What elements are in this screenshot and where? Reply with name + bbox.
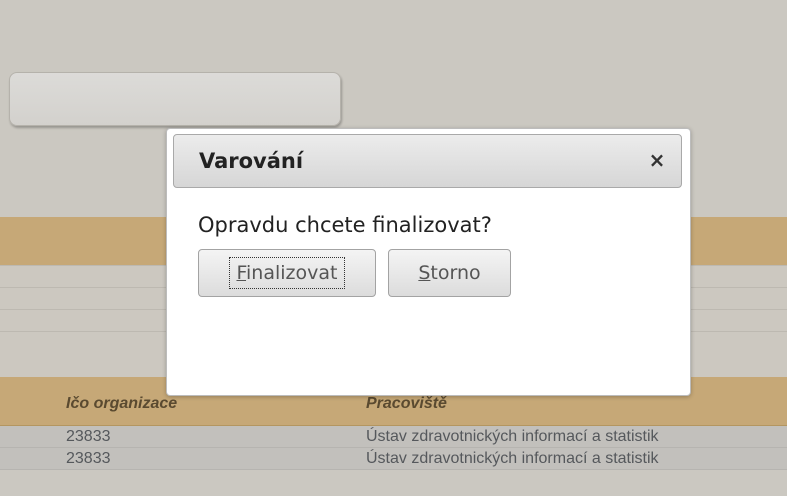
column-header-ico: Ičo organizace — [66, 395, 178, 412]
table-row: 23833 Ústav zdravotnických informací a s… — [0, 426, 787, 448]
dialog-title: Varování — [199, 149, 304, 173]
background-button — [9, 72, 341, 126]
cell-ico: 23833 — [66, 428, 111, 445]
warning-dialog: Varování × Opravdu chcete finalizovat? F… — [166, 128, 691, 396]
table-row: 23833 Ústav zdravotnických informací a s… — [0, 448, 787, 470]
finalize-button[interactable]: Finalizovat — [198, 249, 376, 297]
close-icon[interactable]: × — [647, 149, 667, 171]
page: Ičo organizace Pracoviště 23833 Ústav zd… — [0, 0, 787, 496]
dialog-titlebar[interactable]: Varování × — [173, 134, 682, 188]
dialog-message: Opravdu chcete finalizovat? — [198, 213, 492, 237]
cancel-button[interactable]: Storno — [388, 249, 511, 297]
cancel-button-label: Storno — [418, 262, 481, 284]
cell-pracoviste: Ústav zdravotnických informací a statist… — [366, 450, 659, 467]
column-header-pracoviste: Pracoviště — [366, 395, 447, 412]
finalize-button-label: Finalizovat — [229, 257, 345, 289]
cell-pracoviste: Ústav zdravotnických informací a statist… — [366, 428, 659, 445]
cell-ico: 23833 — [66, 450, 111, 467]
